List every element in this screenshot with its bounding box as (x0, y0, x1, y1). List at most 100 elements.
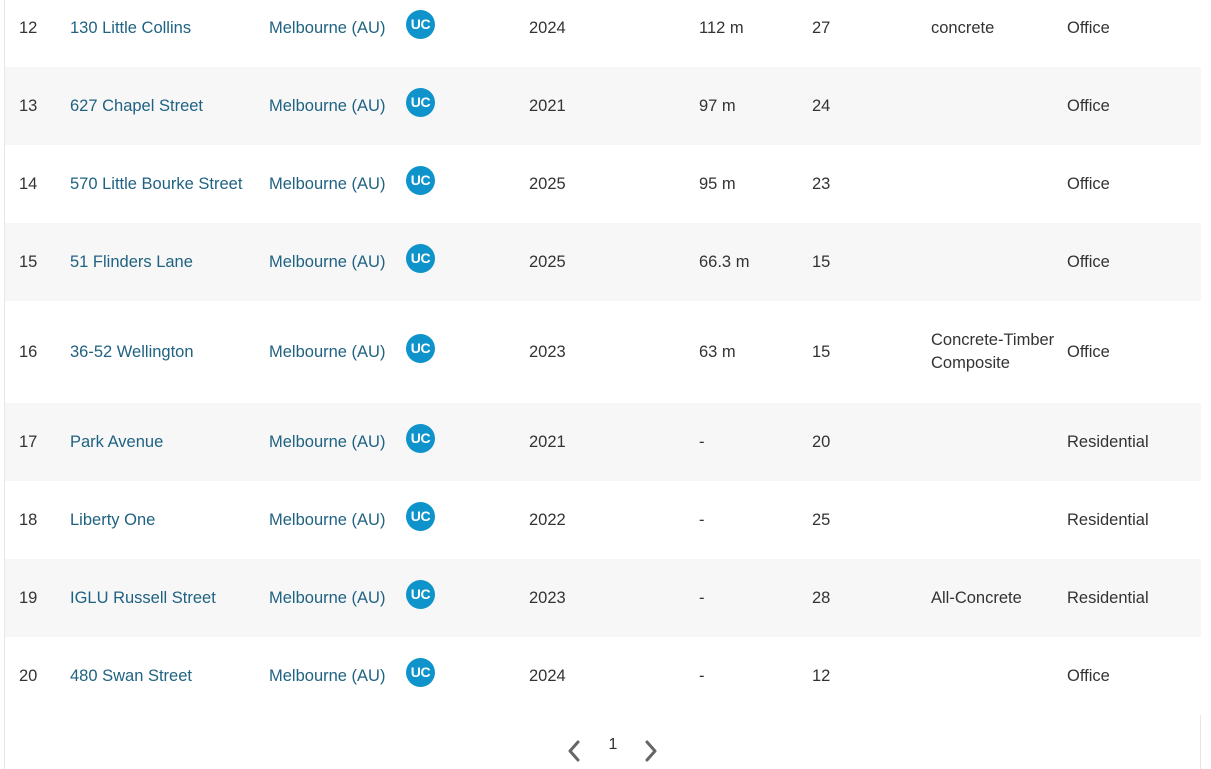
function-cell: Office (1067, 342, 1110, 361)
status-cell: UC (406, 145, 446, 223)
material-cell (931, 637, 1061, 715)
material-cell (931, 145, 1061, 223)
building-name-link[interactable]: Liberty One (70, 481, 260, 559)
height-cell: 112 m (699, 18, 744, 37)
status-badge: UC (406, 166, 435, 195)
floors-cell: 12 (812, 666, 831, 685)
city-link[interactable]: Melbourne (AU) (269, 0, 389, 67)
table-row: 17 Park Avenue Melbourne (AU) UC 2021 - … (5, 403, 1201, 481)
year-cell: 2025 (529, 252, 566, 271)
material-cell (931, 403, 1061, 481)
table-row: 16 36-52 Wellington Melbourne (AU) UC 20… (5, 301, 1201, 403)
year-cell: 2025 (529, 174, 566, 193)
prev-page-button[interactable] (562, 736, 586, 766)
chevron-right-icon (645, 740, 657, 762)
rank-cell: 12 (19, 18, 38, 37)
function-cell: Residential (1067, 510, 1149, 529)
year-cell: 2021 (529, 96, 566, 115)
height-cell: 63 m (699, 342, 736, 361)
status-cell: UC (406, 559, 446, 637)
status-cell: UC (406, 67, 446, 145)
rank-cell: 16 (19, 342, 38, 361)
status-badge: UC (406, 88, 435, 117)
city-link[interactable]: Melbourne (AU) (269, 637, 389, 715)
table-row: 19 IGLU Russell Street Melbourne (AU) UC… (5, 559, 1201, 637)
year-cell: 2024 (529, 666, 566, 685)
city-link[interactable]: Melbourne (AU) (269, 559, 389, 637)
floors-cell: 20 (812, 432, 831, 451)
rank-cell: 18 (19, 510, 38, 529)
height-cell: - (699, 666, 705, 685)
status-badge: UC (406, 424, 435, 453)
building-name-link[interactable]: 36-52 Wellington (70, 301, 260, 403)
year-cell: 2022 (529, 510, 566, 529)
function-cell: Residential (1067, 588, 1149, 607)
building-name-link[interactable]: 51 Flinders Lane (70, 223, 260, 301)
building-name-link[interactable]: 570 Little Bourke Street (70, 145, 260, 223)
height-cell: 97 m (699, 96, 736, 115)
building-name-link[interactable]: 130 Little Collins (70, 0, 260, 67)
function-cell: Office (1067, 18, 1110, 37)
function-cell: Office (1067, 174, 1110, 193)
building-name-link[interactable]: Park Avenue (70, 403, 260, 481)
rank-cell: 15 (19, 252, 38, 271)
floors-cell: 15 (812, 252, 831, 271)
status-badge: UC (406, 502, 435, 531)
status-badge: UC (406, 334, 435, 363)
status-cell: UC (406, 637, 446, 715)
function-cell: Residential (1067, 432, 1149, 451)
status-cell: UC (406, 403, 446, 481)
building-name-link[interactable]: 480 Swan Street (70, 637, 260, 715)
pagination: 1 (0, 732, 1211, 769)
floors-cell: 15 (812, 342, 831, 361)
rank-cell: 14 (19, 174, 38, 193)
height-cell: 95 m (699, 174, 736, 193)
material-cell (931, 67, 1061, 145)
page-number-current[interactable]: 1 (603, 736, 623, 754)
table-row: 15 51 Flinders Lane Melbourne (AU) UC 20… (5, 223, 1201, 301)
floors-cell: 27 (812, 18, 831, 37)
material-cell (931, 481, 1061, 559)
year-cell: 2023 (529, 588, 566, 607)
chevron-left-icon (568, 740, 580, 762)
next-page-button[interactable] (639, 736, 663, 766)
year-cell: 2024 (529, 18, 566, 37)
rank-cell: 19 (19, 588, 38, 607)
status-badge: UC (406, 244, 435, 273)
city-link[interactable]: Melbourne (AU) (269, 481, 389, 559)
status-cell: UC (406, 0, 446, 67)
height-cell: 66.3 m (699, 252, 750, 271)
year-cell: 2021 (529, 432, 566, 451)
city-link[interactable]: Melbourne (AU) (269, 403, 389, 481)
year-cell: 2023 (529, 342, 566, 361)
status-badge: UC (406, 580, 435, 609)
rank-cell: 17 (19, 432, 38, 451)
table-row: 20 480 Swan Street Melbourne (AU) UC 202… (5, 637, 1201, 715)
height-cell: - (699, 588, 705, 607)
material-cell: Concrete-Timber Composite (931, 331, 1055, 372)
city-link[interactable]: Melbourne (AU) (269, 67, 389, 145)
status-cell: UC (406, 223, 446, 301)
status-badge: UC (406, 658, 435, 687)
city-link[interactable]: Melbourne (AU) (269, 145, 389, 223)
function-cell: Office (1067, 666, 1110, 685)
function-cell: Office (1067, 96, 1110, 115)
buildings-table: 12 130 Little Collins Melbourne (AU) UC … (5, 0, 1201, 715)
material-cell (931, 223, 1061, 301)
floors-cell: 25 (812, 510, 831, 529)
status-cell: UC (406, 481, 446, 559)
height-cell: - (699, 510, 705, 529)
rank-cell: 20 (19, 666, 38, 685)
floors-cell: 24 (812, 96, 831, 115)
function-cell: Office (1067, 252, 1110, 271)
floors-cell: 28 (812, 588, 831, 607)
table-row: 18 Liberty One Melbourne (AU) UC 2022 - … (5, 481, 1201, 559)
building-name-link[interactable]: IGLU Russell Street (70, 559, 260, 637)
city-link[interactable]: Melbourne (AU) (269, 301, 389, 403)
table-row: 12 130 Little Collins Melbourne (AU) UC … (5, 0, 1201, 67)
building-name-link[interactable]: 627 Chapel Street (70, 67, 260, 145)
city-link[interactable]: Melbourne (AU) (269, 223, 389, 301)
table-row: 14 570 Little Bourke Street Melbourne (A… (5, 145, 1201, 223)
floors-cell: 23 (812, 174, 831, 193)
status-cell: UC (406, 301, 446, 403)
